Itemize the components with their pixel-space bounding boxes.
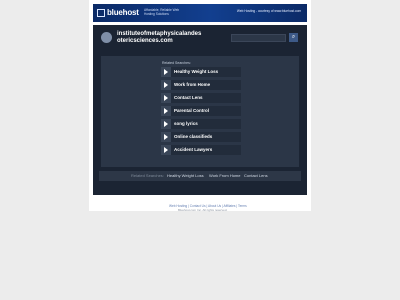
link-arrow-box xyxy=(161,93,171,103)
arrow-right-icon xyxy=(164,69,168,75)
bluehost-logo[interactable]: bluehost xyxy=(97,8,139,18)
footer-related-bar: Related Searches: Healthy Weight Loss Wo… xyxy=(99,171,301,181)
related-link-label[interactable]: Parental Control xyxy=(174,108,209,114)
related-link[interactable]: Healthy Weight Loss xyxy=(161,67,241,77)
related-link-label[interactable]: Accident Lawyers xyxy=(174,147,212,153)
arrow-right-icon xyxy=(164,147,168,153)
related-links-list: Healthy Weight Loss Work from Home Conta… xyxy=(161,67,241,158)
arrow-right-icon xyxy=(164,134,168,140)
footer-link[interactable]: Contact Lens xyxy=(244,173,268,179)
related-searches-label: Related Searches: xyxy=(162,61,191,65)
footer-link[interactable]: Healthy Weight Loss xyxy=(167,173,204,179)
related-link[interactable]: Accident Lawyers xyxy=(161,145,241,155)
arrow-right-icon xyxy=(164,121,168,127)
domain-title: instituteofmetaphysicalandes otericscien… xyxy=(117,31,202,44)
page-card: bluehost Affordable, Reliable Web Hostin… xyxy=(89,0,311,211)
related-link-label[interactable]: song lyrics xyxy=(174,121,198,127)
globe-icon xyxy=(101,32,112,43)
banner-sponsor-text: Web Hosting - courtesy of www.bluehost.c… xyxy=(236,9,301,13)
related-link[interactable]: Contact Lens xyxy=(161,93,241,103)
related-link[interactable]: song lyrics xyxy=(161,119,241,129)
related-searches-panel: Related Searches: Healthy Weight Loss Wo… xyxy=(101,56,299,167)
search-button[interactable]: ⌕ xyxy=(289,33,298,42)
link-arrow-box xyxy=(161,132,171,142)
related-link-label[interactable]: Healthy Weight Loss xyxy=(174,69,218,75)
copyright-text: Bluehost.com Inc. All rights reserved. xyxy=(178,208,228,212)
related-link[interactable]: Work from Home xyxy=(161,80,241,90)
search-input[interactable] xyxy=(231,34,286,42)
arrow-right-icon xyxy=(164,108,168,114)
parked-domain-stage: instituteofmetaphysicalandes otericscien… xyxy=(93,25,307,195)
related-link-label[interactable]: Contact Lens xyxy=(174,95,203,101)
arrow-right-icon xyxy=(164,95,168,101)
related-link[interactable]: Parental Control xyxy=(161,106,241,116)
link-arrow-box xyxy=(161,145,171,155)
related-link-label[interactable]: Work from Home xyxy=(174,82,210,88)
footer-link[interactable]: Work From Home xyxy=(209,173,240,179)
arrow-right-icon xyxy=(164,82,168,88)
search-icon: ⌕ xyxy=(291,34,296,40)
bluehost-logo-text: bluehost xyxy=(107,8,139,17)
link-arrow-box xyxy=(161,67,171,77)
related-link[interactable]: Online classifieds xyxy=(161,132,241,142)
bluehost-banner[interactable]: bluehost Affordable, Reliable Web Hostin… xyxy=(93,4,307,22)
bluehost-logo-icon xyxy=(97,9,105,17)
footer-related-label: Related Searches: xyxy=(131,173,164,178)
link-arrow-box xyxy=(161,119,171,129)
link-arrow-box xyxy=(161,80,171,90)
related-link-label[interactable]: Online classifieds xyxy=(174,134,212,140)
banner-tagline: Affordable, Reliable Web Hosting Solutio… xyxy=(144,8,180,16)
link-arrow-box xyxy=(161,106,171,116)
